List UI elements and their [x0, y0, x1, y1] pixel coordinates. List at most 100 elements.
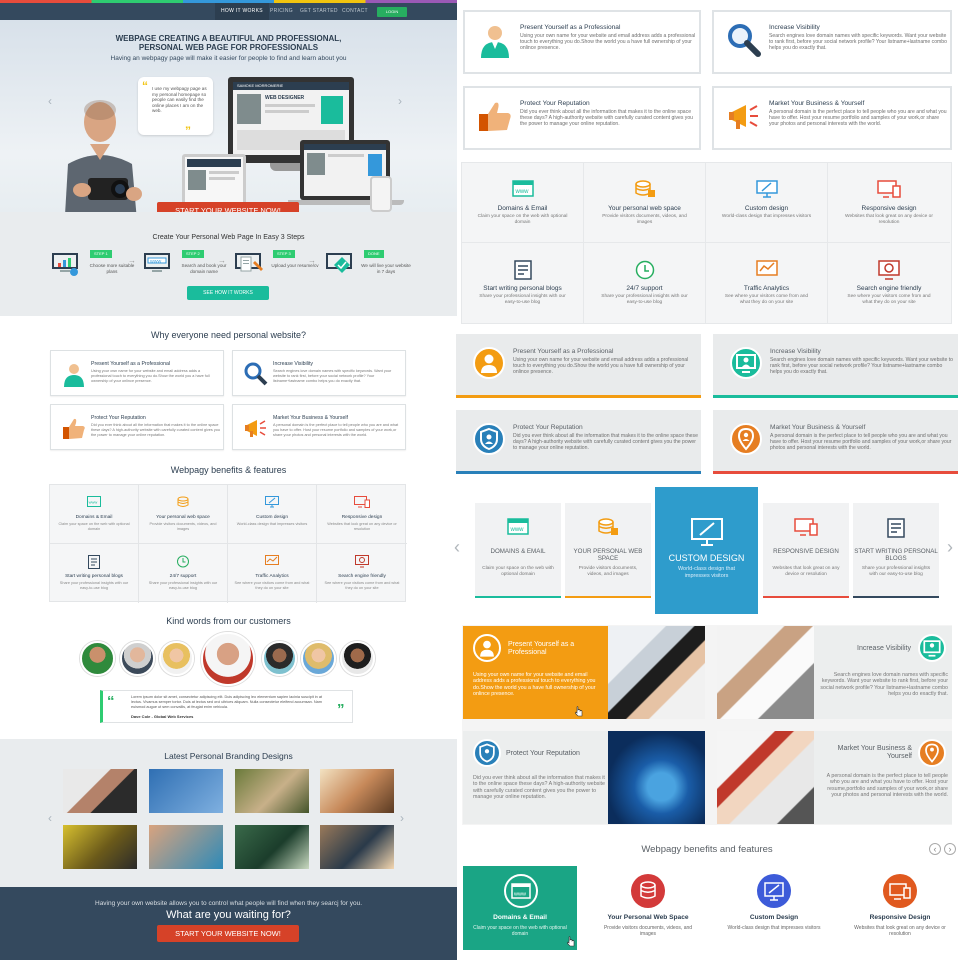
- feature-web-space[interactable]: YOUR PERSONAL WEB SPACE Provide visitors…: [565, 503, 651, 598]
- card-title: Increase Visibility: [770, 348, 821, 355]
- professional-person-icon: [481, 26, 509, 58]
- benefit-card-responsive[interactable]: Responsive Design Websites that look gre…: [843, 866, 957, 950]
- benefit-card-domains-active[interactable]: www Domains & Email Claim your space on …: [463, 866, 577, 950]
- feature-desc: Share your professional insights with ou…: [861, 566, 931, 577]
- benefit-card-desc: Claim your space on the web with optiona…: [473, 925, 567, 937]
- nav-contact[interactable]: CONTACT: [342, 3, 368, 20]
- grid-desc: World-class design that impresses visito…: [721, 214, 812, 219]
- tile-desc: Search engines love domain names with sp…: [820, 672, 948, 698]
- customer-avatar[interactable]: [340, 641, 375, 676]
- document-icon: [88, 555, 100, 569]
- grid-custom-design[interactable]: Custom design World-class design that im…: [706, 163, 828, 243]
- customer-avatar[interactable]: [80, 641, 115, 676]
- grid-responsive[interactable]: Responsive design Websites that look gre…: [828, 163, 950, 243]
- design-thumbnail[interactable]: [320, 825, 394, 869]
- benefit-support[interactable]: 24/7 support Share your professional ins…: [139, 544, 228, 603]
- r3-card-market: Market Your Business & Yourself A person…: [713, 410, 958, 474]
- monitor-pen-icon: [691, 518, 723, 546]
- card-title: Present Yourself as a Professional: [513, 348, 614, 355]
- benefit-card-desc: Websites that look great on any device o…: [854, 925, 946, 937]
- hero-subtitle: Having an webpagy page will make it easi…: [110, 55, 347, 62]
- see-how-it-works-button[interactable]: SEE HOW IT WORKS: [187, 286, 269, 300]
- customer-avatar[interactable]: [301, 641, 336, 676]
- bubble-text: I use my webpagy page as my personal hom…: [152, 86, 207, 114]
- design-thumbnail[interactable]: [235, 825, 309, 869]
- customer-avatar-selected[interactable]: [201, 632, 255, 686]
- quote-open-icon: “: [107, 693, 115, 710]
- hero-title-line2: PERSONAL WEB PAGE FOR PROFESSIONALS: [138, 43, 319, 52]
- benefit-web-space[interactable]: Your personal web space Provide visitors…: [139, 485, 228, 544]
- r3-card-visibility: Increase Visibility Search engines love …: [713, 334, 958, 398]
- benefit-blogs[interactable]: Start writing personal blogs Share your …: [50, 544, 139, 603]
- tile-reputation[interactable]: Protect Your Reputation Did you ever thi…: [463, 731, 608, 824]
- design-thumbnail[interactable]: [63, 769, 137, 813]
- design-thumbnail[interactable]: [63, 825, 137, 869]
- benefit-analytics[interactable]: Traffic Analytics See where your visitor…: [228, 544, 317, 603]
- customer-avatar[interactable]: [120, 641, 155, 676]
- benefit-card-web-space[interactable]: Your Personal Web Space Provide visitors…: [591, 866, 705, 950]
- carousel-next-icon[interactable]: ›: [400, 811, 404, 825]
- feature-desc: Websites that look great on any device o…: [772, 566, 840, 577]
- megaphone-icon: [245, 420, 266, 437]
- benefit-card-custom-design[interactable]: Custom Design World-class design that im…: [717, 866, 831, 950]
- tile-visibility[interactable]: Increase Visibility Search engines love …: [814, 626, 952, 719]
- carousel-prev-icon[interactable]: ‹: [454, 538, 460, 556]
- design-thumbnail[interactable]: [235, 769, 309, 813]
- grid-seo[interactable]: Search engine friendly See where your vi…: [828, 243, 950, 323]
- login-button[interactable]: LOGIN: [377, 7, 407, 17]
- customer-avatar[interactable]: [262, 641, 297, 676]
- database-icon: [598, 518, 618, 535]
- benefits-grid: www Domains & Email Claim your space on …: [49, 484, 407, 603]
- grid-analytics[interactable]: Traffic Analytics See where your visitor…: [706, 243, 828, 323]
- phone-device: [370, 176, 392, 212]
- design-thumbnail[interactable]: [320, 769, 394, 813]
- feature-blogs[interactable]: START WRITING PERSONAL BLOGS Share your …: [853, 503, 939, 598]
- monitor-pen-icon: [757, 874, 791, 908]
- carousel-next-icon[interactable]: ›: [398, 94, 402, 108]
- grid-support[interactable]: 24/7 support Share your professional ins…: [584, 243, 706, 323]
- design-thumbnail[interactable]: [149, 769, 223, 813]
- footer-start-website-button[interactable]: START YOUR WEBSITE NOW!: [157, 925, 299, 942]
- benefit-desc: Provide visitors documents, videos, and …: [149, 522, 217, 531]
- carousel-next-icon[interactable]: ›: [947, 538, 953, 556]
- monitor-user-icon: [730, 347, 762, 379]
- steps-title: Create Your Personal Web Page In Easy 3 …: [152, 234, 305, 241]
- r3-card-reputation: Protect Your Reputation Did you ever thi…: [456, 410, 701, 474]
- tile-title: Increase Visibility: [857, 645, 911, 652]
- hero-title: WEBPAGE CREATING A BEAUTIFUL AND PROFESS…: [0, 34, 457, 52]
- grid-blogs[interactable]: Start writing personal blogs Share your …: [462, 243, 584, 323]
- carousel-prev-icon[interactable]: ‹: [929, 843, 941, 855]
- website-live-icon: [326, 253, 352, 273]
- benefits-title: Webpagy benefits & features: [170, 465, 287, 475]
- carousel-prev-icon[interactable]: ‹: [48, 811, 52, 825]
- hero-title-line1: WEBPAGE CREATING A BEAUTIFUL AND PROFESS…: [115, 34, 342, 43]
- feature-custom-design-active[interactable]: CUSTOM DESIGN World-class design that im…: [655, 487, 758, 614]
- benefit-card-title: Domains & Email: [493, 914, 547, 921]
- benefit-card-title: Responsive Design: [869, 914, 931, 921]
- thumbs-up-icon: [63, 418, 85, 439]
- feature-domains[interactable]: www DOMAINS & EMAIL Claim your space on …: [475, 503, 561, 598]
- card-accent-bar: [456, 471, 701, 474]
- nav-get-started[interactable]: GET STARTED: [300, 3, 338, 20]
- customer-avatar[interactable]: [159, 641, 194, 676]
- footer-headline: What are you waiting for?: [166, 909, 291, 921]
- quote-close-icon: ”: [337, 701, 345, 718]
- grid-domains[interactable]: www Domains & Email Claim your space on …: [462, 163, 584, 243]
- carousel-next-icon[interactable]: ›: [944, 843, 956, 855]
- r1-card-reputation: Protect Your Reputation Did you ever thi…: [463, 86, 701, 150]
- nav-pricing[interactable]: PRICING: [270, 3, 293, 20]
- grid-web-space[interactable]: Your personal web space Provide visitors…: [584, 163, 706, 243]
- why-title: Why everyone need personal website?: [150, 330, 307, 340]
- network-hand-photo: [608, 731, 705, 824]
- tile-professional[interactable]: Present Yourself as a Professional Using…: [463, 626, 608, 719]
- tile-market[interactable]: Market Your Business & Yourself A person…: [814, 731, 952, 824]
- benefit-seo[interactable]: Search engine friendly See where your vi…: [317, 544, 407, 603]
- design-thumbnail[interactable]: [149, 825, 223, 869]
- benefit-title: Responsive design: [341, 515, 383, 520]
- feature-responsive[interactable]: RESPONSIVE DESIGN Websites that look gre…: [763, 503, 849, 598]
- document-icon: [887, 518, 905, 538]
- benefit-responsive[interactable]: Responsive design Websites that look gre…: [317, 485, 407, 544]
- nav-how-it-works[interactable]: HOW IT WORKS: [215, 3, 269, 20]
- benefit-domains[interactable]: www Domains & Email Claim your space on …: [50, 485, 139, 544]
- benefit-custom-design[interactable]: Custom design World-class design that im…: [228, 485, 317, 544]
